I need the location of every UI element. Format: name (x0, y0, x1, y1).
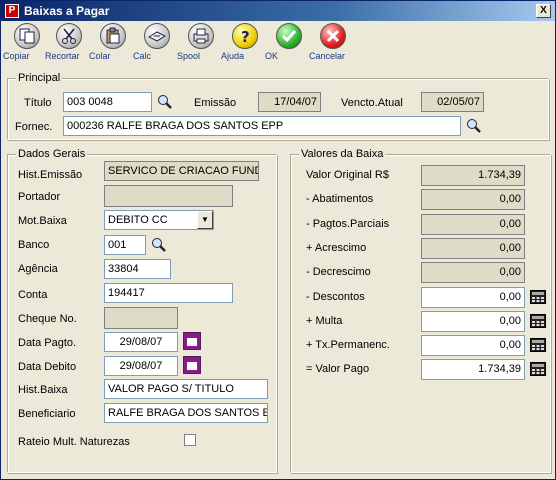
help-button[interactable]: ? Ajuda (221, 23, 269, 67)
app-icon: P (5, 4, 19, 18)
portador-label: Portador (18, 191, 61, 203)
rateio-checkbox[interactable] (184, 434, 196, 446)
copy-label: Copiar (3, 51, 30, 61)
help-label: Ajuda (221, 51, 245, 61)
vencto-field: 02/05/07 (421, 92, 484, 112)
titulo-field[interactable]: 003 0048 (63, 92, 152, 112)
valores-row-value[interactable]: 0,00 (421, 335, 525, 356)
conta-label: Conta (18, 289, 48, 301)
valores-row-value[interactable]: 1.734,39 (421, 359, 525, 380)
spool-button[interactable]: Spool (177, 23, 225, 67)
agencia-label: Agência (18, 263, 58, 275)
beneficiario-label: Beneficiario (18, 408, 76, 420)
cheque-label: Cheque No. (18, 313, 77, 325)
help-icon: ? (232, 23, 258, 49)
hist-emissao-label: Hist.Emissão (18, 169, 83, 181)
titulo-search-icon[interactable] (156, 93, 174, 111)
cancel-label: Cancelar (309, 51, 346, 61)
valores-row-label: - Descontos (306, 291, 365, 303)
copy-icon (14, 23, 40, 49)
data-debito-field[interactable]: 29/08/07 (104, 356, 178, 376)
data-pagto-field[interactable]: 29/08/07 (104, 332, 178, 352)
rateio-label: Rateio Mult. Naturezas (18, 436, 130, 448)
valores-row-label: - Abatimentos (306, 193, 374, 205)
baixas-a-pagar-window: P Baixas a Pagar X Copiar Recortar Colar… (0, 0, 556, 480)
valores-row-value: 0,00 (421, 262, 525, 283)
vencto-label: Vencto.Atual (341, 97, 403, 109)
fornec-field[interactable]: 000236 RALFE BRAGA DOS SANTOS EPP (63, 116, 461, 136)
window-title: Baixas a Pagar (24, 4, 110, 18)
cheque-field (104, 307, 178, 329)
close-button[interactable]: X (536, 4, 551, 18)
valores-row-value: 0,00 (421, 214, 525, 235)
valores-row-value: 0,00 (421, 189, 525, 210)
cut-button[interactable]: Recortar (45, 23, 93, 67)
valores-legend: Valores da Baixa (299, 148, 386, 160)
valores-row-label: + Multa (306, 315, 343, 327)
beneficiario-field[interactable]: RALFE BRAGA DOS SANTOS EP (104, 403, 268, 423)
valores-row-label: = Valor Pago (306, 363, 370, 375)
hist-emissao-field: SERVICO DE CRIACAO FUNDAC (104, 161, 259, 181)
check-icon (276, 23, 302, 49)
cancel-icon (320, 23, 346, 49)
titulo-label: Título (24, 97, 52, 109)
title-bar[interactable]: P Baixas a Pagar X (1, 1, 555, 21)
valores-row-value: 1.734,39 (421, 165, 525, 186)
valores-row-label: + Acrescimo (306, 242, 367, 254)
agencia-field[interactable]: 33804 (104, 259, 171, 279)
valores-row-label: Valor Original R$ (306, 169, 389, 181)
fornec-label: Fornec. (15, 121, 53, 133)
data-pagto-label: Data Pagto. (18, 337, 77, 349)
valores-row-label: + Tx.Permanenc. (306, 339, 390, 351)
scissors-icon (56, 23, 82, 49)
mot-baixa-label: Mot.Baixa (18, 215, 67, 227)
hist-baixa-label: Hist.Baixa (18, 384, 68, 396)
conta-field[interactable]: 194417 (104, 283, 233, 303)
banco-search-icon[interactable] (150, 236, 168, 254)
valores-row-label: - Decrescimo (306, 266, 371, 278)
hist-baixa-field[interactable]: VALOR PAGO S/ TITULO (104, 379, 268, 399)
ok-button[interactable]: OK (265, 23, 313, 67)
principal-legend: Principal (16, 72, 63, 84)
spool-label: Spool (177, 51, 201, 61)
valores-row-value: 0,00 (421, 238, 525, 259)
ok-label: OK (265, 51, 279, 61)
cut-label: Recortar (45, 51, 80, 61)
dados-gerais-legend: Dados Gerais (16, 148, 88, 160)
valores-row-value[interactable]: 0,00 (421, 287, 525, 308)
paste-button[interactable]: Colar (89, 23, 137, 67)
data-pagto-calendar-icon[interactable] (183, 332, 201, 350)
toolbar: Copiar Recortar Colar Calc Spool ? Ajuda… (1, 21, 555, 69)
calculator-icon[interactable] (530, 314, 546, 328)
emissao-field: 17/04/07 (258, 92, 321, 112)
cancel-button[interactable]: Cancelar (309, 23, 357, 67)
portador-field (104, 185, 233, 207)
data-debito-label: Data Debito (18, 361, 77, 373)
valores-row-label: - Pagtos.Parciais (306, 218, 390, 230)
paste-label: Colar (89, 51, 111, 61)
valores-row-value[interactable]: 0,00 (421, 311, 525, 332)
copy-button[interactable]: Copiar (3, 23, 51, 67)
banco-label: Banco (18, 239, 50, 251)
chevron-down-icon[interactable]: ▼ (197, 211, 213, 229)
printer-icon (188, 23, 214, 49)
calc-button[interactable]: Calc (133, 23, 181, 67)
paste-icon (100, 23, 126, 49)
calculator-icon (144, 23, 170, 49)
calculator-icon[interactable] (530, 362, 546, 376)
svg-text:?: ? (241, 28, 250, 45)
data-debito-calendar-icon[interactable] (183, 356, 201, 374)
banco-field[interactable]: 001 (104, 235, 146, 255)
calculator-icon[interactable] (530, 338, 546, 352)
emissao-label: Emissão (194, 97, 237, 109)
calculator-icon[interactable] (530, 290, 546, 304)
calc-label: Calc (133, 51, 152, 61)
fornec-search-icon[interactable] (465, 117, 483, 135)
